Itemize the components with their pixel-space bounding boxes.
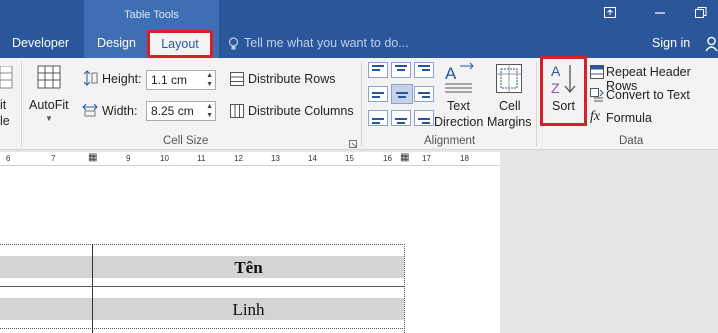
width-spinner[interactable]: 8.25 cm ▲ ▼ bbox=[146, 101, 216, 121]
ruler-tick: 10 bbox=[160, 154, 169, 163]
table-header-cell[interactable]: Tên bbox=[93, 258, 404, 278]
restore-icon[interactable] bbox=[695, 6, 707, 21]
ruler-tick: 17 bbox=[422, 154, 431, 163]
cell-margins-label-2[interactable]: Margins bbox=[487, 115, 531, 129]
row-height-icon bbox=[83, 70, 98, 89]
formula-button[interactable]: Formula bbox=[606, 111, 652, 125]
data-group-label: Data bbox=[619, 135, 644, 147]
sign-in-link[interactable]: Sign in bbox=[652, 36, 690, 50]
ribbon-display-options-icon[interactable] bbox=[604, 6, 616, 21]
group-separator bbox=[536, 62, 537, 146]
table-border bbox=[0, 244, 405, 245]
ruler-tick: 7 bbox=[51, 154, 56, 163]
tell-me-search[interactable]: Tell me what you want to do... bbox=[244, 36, 409, 50]
autofit-icon[interactable] bbox=[36, 64, 62, 95]
distribute-rows-button[interactable]: Distribute Rows bbox=[248, 72, 336, 86]
align-bottom-left-button[interactable] bbox=[368, 110, 388, 126]
group-separator bbox=[21, 62, 22, 146]
dialog-launcher-icon[interactable] bbox=[349, 137, 357, 151]
alignment-group-label: Alignment bbox=[424, 135, 476, 147]
table-border bbox=[404, 244, 405, 333]
align-top-right-button[interactable] bbox=[414, 62, 434, 78]
text-direction-icon[interactable]: A bbox=[444, 62, 474, 99]
convert-to-text-icon[interactable] bbox=[590, 88, 604, 105]
ruler-tick: 14 bbox=[308, 154, 317, 163]
column-width-icon bbox=[82, 103, 98, 120]
share-person-icon[interactable] bbox=[705, 36, 718, 55]
height-spinner[interactable]: 1.1 cm ▲ ▼ bbox=[146, 70, 216, 90]
sort-highlight-box bbox=[540, 56, 587, 126]
table-tools-label: Table Tools bbox=[124, 9, 179, 21]
width-label: Width: bbox=[102, 104, 138, 118]
ruler-tick: 9 bbox=[126, 154, 131, 163]
autofit-button[interactable]: AutoFit bbox=[29, 98, 69, 112]
height-label: Height: bbox=[102, 72, 142, 86]
align-top-left-button[interactable] bbox=[368, 62, 388, 78]
formula-fx-icon[interactable]: fx bbox=[590, 109, 600, 125]
align-bottom-center-button[interactable] bbox=[391, 110, 411, 126]
align-bottom-right-button[interactable] bbox=[414, 110, 434, 126]
tab-developer[interactable]: Developer bbox=[12, 36, 69, 50]
width-value[interactable]: 8.25 cm bbox=[151, 104, 194, 118]
horizontal-ruler: 6 7 ▦ 9 10 11 12 13 14 15 16 ▦ 17 18 bbox=[0, 152, 500, 166]
cell-margins-icon[interactable] bbox=[496, 64, 522, 97]
repeat-header-rows-icon[interactable] bbox=[590, 65, 604, 82]
tab-design[interactable]: Design bbox=[97, 36, 136, 50]
autofit-dropdown-icon[interactable]: ▼ bbox=[45, 114, 53, 123]
partial-label-line2: le bbox=[0, 114, 10, 128]
align-center-left-button[interactable] bbox=[368, 86, 388, 102]
table-border bbox=[0, 328, 405, 329]
cell-size-group-label: Cell Size bbox=[163, 135, 209, 147]
align-top-center-button[interactable] bbox=[391, 62, 411, 78]
group-separator bbox=[361, 62, 362, 146]
properties-icon[interactable] bbox=[0, 65, 14, 93]
align-center-right-button[interactable] bbox=[414, 86, 434, 102]
text-direction-label-2[interactable]: Direction bbox=[434, 115, 483, 129]
table-border bbox=[0, 286, 405, 287]
text-direction-label-1[interactable]: Text bbox=[447, 99, 470, 113]
ruler-column-marker-icon[interactable]: ▦ bbox=[400, 152, 409, 163]
partial-label-line1: it bbox=[0, 98, 7, 112]
cell-margins-label-1[interactable]: Cell bbox=[499, 99, 521, 113]
height-value[interactable]: 1.1 cm bbox=[151, 73, 187, 87]
ruler-tick: 13 bbox=[271, 154, 280, 163]
align-center-button[interactable] bbox=[391, 84, 413, 104]
table-cell[interactable]: Linh bbox=[93, 300, 404, 320]
distribute-columns-button[interactable]: Distribute Columns bbox=[248, 104, 354, 118]
minimize-icon[interactable] bbox=[654, 6, 666, 21]
ruler-tick: 18 bbox=[460, 154, 469, 163]
convert-to-text-button[interactable]: Convert to Text bbox=[606, 88, 690, 102]
distribute-columns-icon[interactable] bbox=[230, 104, 244, 121]
spinner-arrows-icon[interactable]: ▲ ▼ bbox=[206, 102, 213, 120]
ruler-tick: 11 bbox=[197, 154, 206, 163]
tab-layout[interactable]: Layout bbox=[147, 30, 213, 58]
ruler-tick: 12 bbox=[234, 154, 243, 163]
spinner-arrows-icon[interactable]: ▲ ▼ bbox=[206, 71, 213, 89]
ruler-tick: 16 bbox=[383, 154, 392, 163]
ruler-tick: 6 bbox=[6, 154, 11, 163]
ruler-tick: 15 bbox=[345, 154, 354, 163]
distribute-rows-icon[interactable] bbox=[230, 72, 244, 89]
svg-text:A: A bbox=[445, 64, 457, 83]
ruler-column-marker-icon[interactable]: ▦ bbox=[88, 152, 97, 163]
lightbulb-icon bbox=[228, 37, 239, 54]
